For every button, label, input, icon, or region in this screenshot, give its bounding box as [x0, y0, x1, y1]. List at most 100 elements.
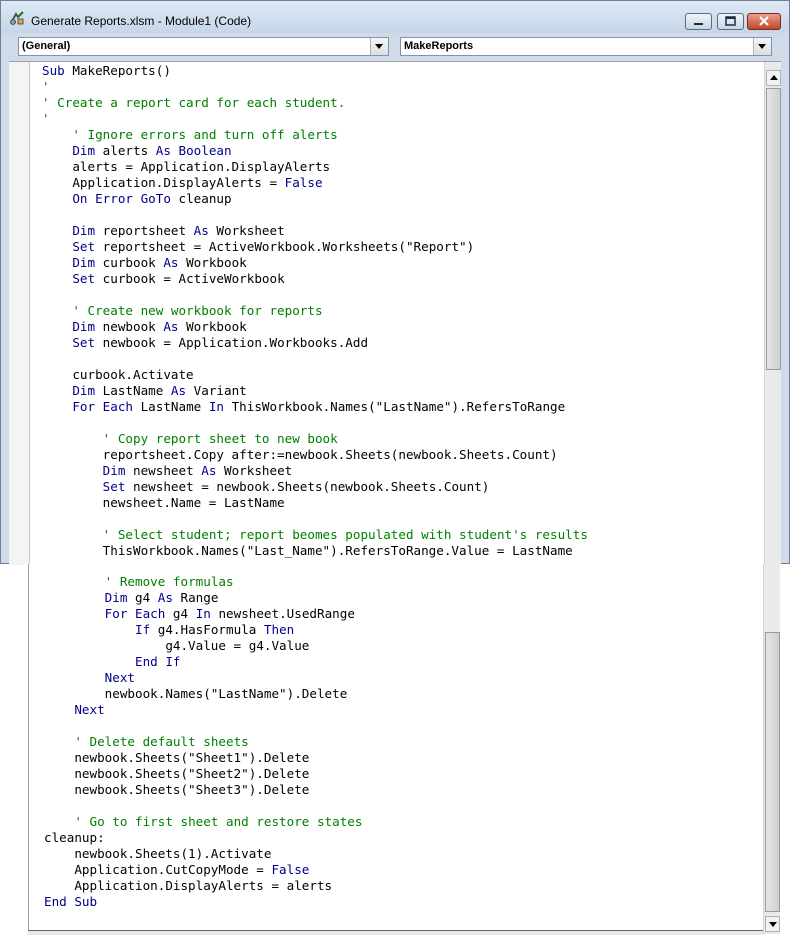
code-line[interactable]: g4.Value = g4.Value [44, 638, 362, 654]
code-keyword: Dim [72, 319, 96, 334]
code-keyword: End Sub [44, 894, 98, 909]
code-keyword: Dim [102, 463, 126, 478]
code-line[interactable]: alerts = Application.DisplayAlerts [42, 159, 588, 175]
code-line[interactable] [42, 511, 588, 527]
code-line[interactable] [42, 415, 588, 431]
code-keyword: Dim [72, 255, 96, 270]
code-line[interactable]: ' [42, 111, 588, 127]
code-token: alerts [95, 143, 156, 158]
code-line[interactable] [44, 798, 362, 814]
code-line[interactable]: ThisWorkbook.Names("Last_Name").RefersTo… [42, 543, 588, 559]
chevron-down-icon[interactable] [753, 38, 771, 55]
code-token: reportsheet = ActiveWorkbook.Worksheets(… [95, 239, 475, 254]
code-line[interactable]: Dim curbook As Workbook [42, 255, 588, 271]
code-line[interactable]: On Error GoTo cleanup [42, 191, 588, 207]
code-line[interactable]: curbook.Activate [42, 367, 588, 383]
code-line[interactable]: End If [44, 654, 362, 670]
code-keyword: End If [135, 654, 181, 669]
code-line[interactable]: ' Remove formulas [44, 574, 362, 590]
code-token: Worksheet [208, 223, 285, 238]
scroll-down-icon[interactable] [765, 916, 780, 932]
code-line[interactable] [42, 287, 588, 303]
minimize-button[interactable] [685, 13, 712, 30]
code-line[interactable]: Sub MakeReports() [42, 63, 588, 79]
code-line[interactable]: Dim alerts As Boolean [42, 143, 588, 159]
title-bar[interactable]: Generate Reports.xlsm - Module1 (Code) [1, 1, 789, 33]
code-keyword: Then [263, 622, 295, 637]
code-token: Worksheet [216, 463, 293, 478]
code-line[interactable] [44, 718, 362, 734]
code-line[interactable] [42, 351, 588, 367]
code-token: cleanup: [44, 830, 105, 845]
code-token: reportsheet.Copy after:=newbook.Sheets(n… [42, 447, 558, 462]
code-line[interactable]: ' Select student; report beomes populate… [42, 527, 588, 543]
vertical-scrollbar[interactable] [764, 62, 781, 566]
code-token: newbook [95, 319, 164, 334]
code-line[interactable]: Dim newsheet As Worksheet [42, 463, 588, 479]
chevron-down-icon[interactable] [370, 38, 388, 55]
code-keyword: Set [72, 271, 96, 286]
scrollbar-thumb-lower[interactable] [765, 632, 780, 912]
code-token: newsheet.Name = LastName [42, 495, 285, 510]
code-line[interactable]: ' Create new workbook for reports [42, 303, 588, 319]
code-line[interactable]: Dim g4 As Range [44, 590, 362, 606]
vertical-scrollbar-lower[interactable] [763, 564, 780, 934]
code-line[interactable]: ' Delete default sheets [44, 734, 362, 750]
code-line[interactable]: ' Create a report card for each student. [42, 95, 588, 111]
code-line[interactable]: Dim LastName As Variant [42, 383, 588, 399]
code-text-upper[interactable]: Sub MakeReports() ' ' Create a report card… [42, 63, 588, 559]
code-comment: ' Copy report sheet to new book [102, 431, 338, 446]
code-line[interactable]: reportsheet.Copy after:=newbook.Sheets(n… [42, 447, 588, 463]
scrollbar-thumb[interactable] [766, 88, 781, 370]
code-line[interactable]: Dim reportsheet As Worksheet [42, 223, 588, 239]
code-line[interactable]: Set newsheet = newbook.Sheets(newbook.Sh… [42, 479, 588, 495]
code-line[interactable]: Dim newbook As Workbook [42, 319, 588, 335]
code-line[interactable]: Application.DisplayAlerts = False [42, 175, 588, 191]
close-button[interactable] [747, 13, 781, 30]
code-line[interactable]: Set newbook = Application.Workbooks.Add [42, 335, 588, 351]
code-line[interactable]: Set curbook = ActiveWorkbook [42, 271, 588, 287]
code-line[interactable]: Application.CutCopyMode = False [44, 862, 362, 878]
code-line[interactable]: ' Ignore errors and turn off alerts [42, 127, 588, 143]
code-line[interactable]: ' Copy report sheet to new book [42, 431, 588, 447]
code-line[interactable]: newbook.Sheets("Sheet3").Delete [44, 782, 362, 798]
code-line[interactable]: ' Go to first sheet and restore states [44, 814, 362, 830]
procedure-dropdown[interactable]: MakeReports [400, 37, 772, 56]
code-line[interactable]: newbook.Names("LastName").Delete [44, 686, 362, 702]
code-line[interactable]: For Each LastName In ThisWorkbook.Names(… [42, 399, 588, 415]
code-line[interactable]: End Sub [44, 894, 362, 910]
code-comment: ' Remove formulas [104, 574, 234, 589]
margin-indicator-bar[interactable] [9, 62, 30, 565]
code-line[interactable] [42, 207, 588, 223]
code-line[interactable]: Next [44, 670, 362, 686]
code-token: ThisWorkbook.Names("LastName").RefersToR… [224, 399, 566, 414]
code-keyword: Dim [104, 590, 128, 605]
code-line[interactable]: newbook.Sheets("Sheet1").Delete [44, 750, 362, 766]
code-line[interactable]: newbook.Sheets("Sheet2").Delete [44, 766, 362, 782]
code-line[interactable]: For Each g4 In newsheet.UsedRange [44, 606, 362, 622]
procedure-dropdown-value: MakeReports [404, 40, 474, 52]
scroll-up-icon[interactable] [766, 70, 781, 86]
code-line[interactable]: cleanup: [44, 830, 362, 846]
code-line[interactable]: Set reportsheet = ActiveWorkbook.Workshe… [42, 239, 588, 255]
code-line[interactable]: If g4.HasFormula Then [44, 622, 362, 638]
code-line[interactable]: newsheet.Name = LastName [42, 495, 588, 511]
object-dropdown[interactable]: (General) [18, 37, 389, 56]
code-line[interactable]: newbook.Sheets(1).Activate [44, 846, 362, 862]
code-text-lower[interactable]: ' Remove formulas Dim g4 As Range For Ea… [44, 574, 362, 910]
code-line[interactable]: Application.DisplayAlerts = alerts [44, 878, 362, 894]
code-line[interactable]: Next [44, 702, 362, 718]
code-token: g4 [165, 606, 196, 621]
code-keyword: Set [72, 239, 96, 254]
code-line[interactable]: ' [42, 79, 588, 95]
code-token: Range [172, 590, 219, 605]
code-keyword: False [284, 175, 323, 190]
maximize-button[interactable] [717, 13, 744, 30]
code-comment: ' Ignore errors and turn off alerts [72, 127, 338, 142]
